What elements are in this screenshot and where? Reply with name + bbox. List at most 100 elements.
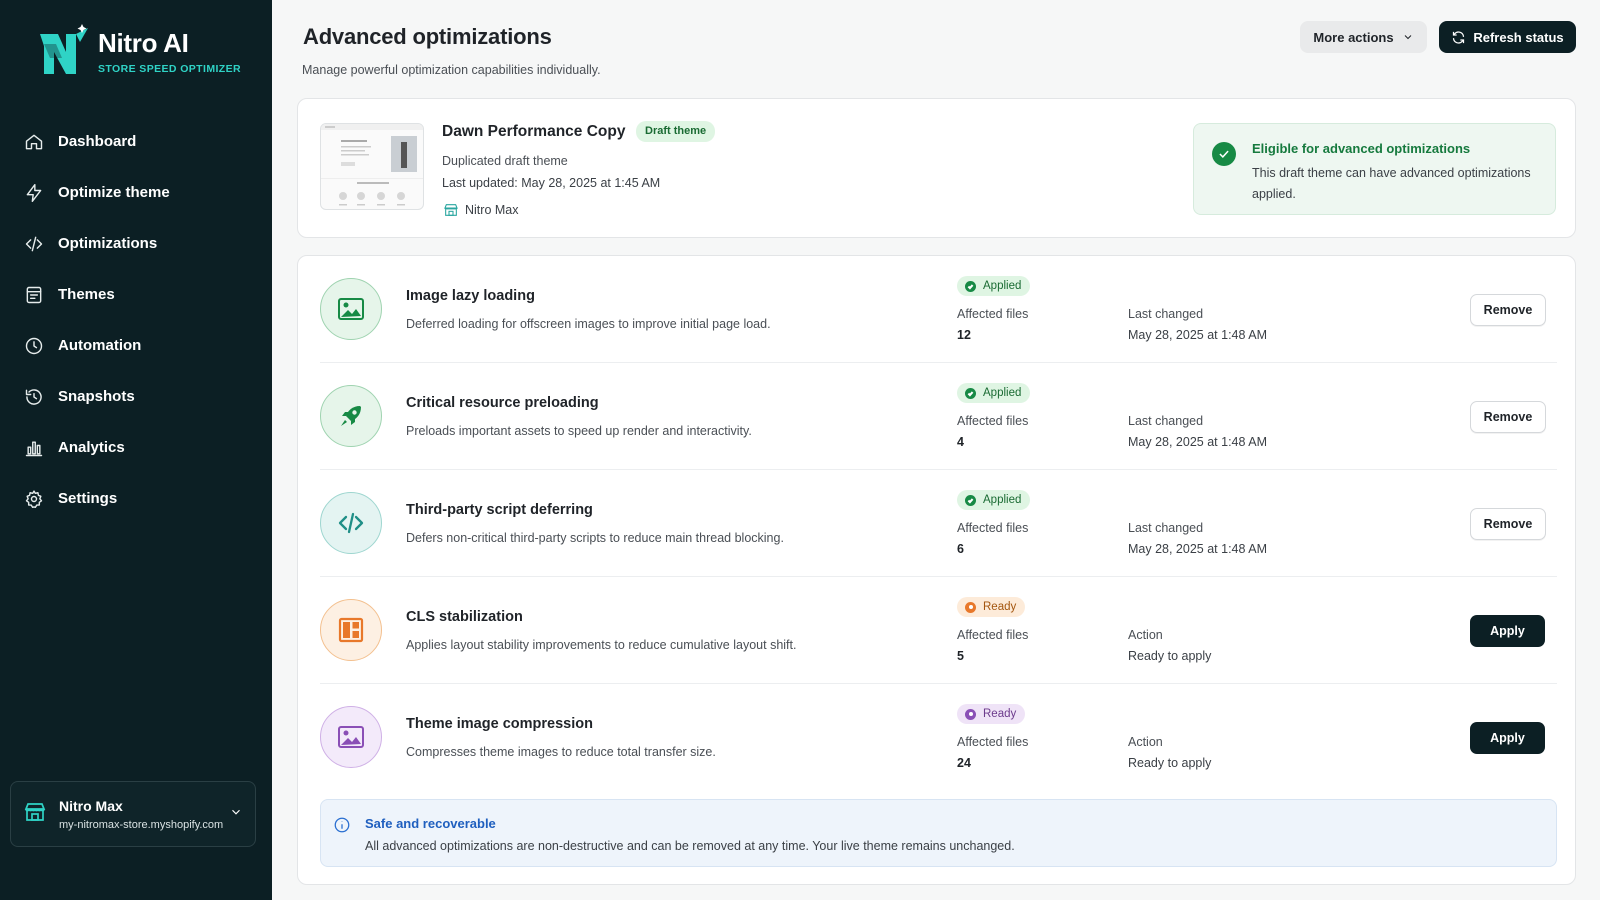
app-tagline: STORE SPEED OPTIMIZER xyxy=(98,62,241,75)
last-changed-label: Last changed xyxy=(1128,414,1204,428)
chevron-down-icon xyxy=(229,805,243,824)
optimization-title: Image lazy loading xyxy=(406,288,535,304)
status-badge: Applied xyxy=(957,276,1031,296)
affected-files-label: Affected files xyxy=(957,628,1029,642)
optimization-title: Third-party script deferring xyxy=(406,502,593,518)
affected-files-count: 5 xyxy=(957,649,964,663)
sidebar-item-label: Automation xyxy=(58,337,142,354)
last-changed-label: Last changed xyxy=(1128,307,1204,321)
refresh-icon xyxy=(1453,30,1465,44)
app-logo[interactable]: Nitro AI STORE SPEED OPTIMIZER xyxy=(36,22,241,80)
check-icon xyxy=(965,494,976,506)
remove-button[interactable]: Remove xyxy=(1470,294,1546,326)
sidebar-item-label: Themes xyxy=(58,286,115,303)
status-badge: Ready xyxy=(957,704,1026,724)
info-icon xyxy=(333,816,351,834)
home-icon xyxy=(24,132,44,152)
affected-files-label: Affected files xyxy=(957,735,1029,749)
sidebar-item-snapshots[interactable]: Snapshots xyxy=(0,371,272,422)
sidebar-item-analytics[interactable]: Analytics xyxy=(0,422,272,473)
sidebar-item-optimize-theme[interactable]: Optimize theme xyxy=(0,167,272,218)
optimizations-list: Image lazy loading Deferred loading for … xyxy=(297,255,1576,885)
clock-icon xyxy=(24,336,44,356)
sidebar-item-optimizations[interactable]: Optimizations xyxy=(0,218,272,269)
action-label: Action xyxy=(1128,735,1163,749)
theme-store-name: Nitro Max xyxy=(465,203,519,217)
check-icon xyxy=(965,387,976,399)
apply-button[interactable]: Apply xyxy=(1470,722,1545,754)
last-changed-value: May 28, 2025 at 1:48 AM xyxy=(1128,328,1267,342)
theme-store: Nitro Max xyxy=(443,202,518,218)
eligibility-description: This draft theme can have advanced optim… xyxy=(1252,166,1531,201)
sidebar-item-label: Settings xyxy=(58,490,118,507)
affected-files-label: Affected files xyxy=(957,414,1029,428)
status-badge: Applied xyxy=(957,383,1031,403)
app-name: Nitro AI xyxy=(98,27,189,58)
status-label: Ready xyxy=(983,601,1017,613)
optimization-row-theme-image-compression: Theme image compression Compresses theme… xyxy=(320,684,1557,791)
image-icon xyxy=(320,278,382,340)
theme-thumbnail[interactable] xyxy=(320,123,424,210)
apply-button[interactable]: Apply xyxy=(1470,615,1545,647)
more-actions-button[interactable]: More actions xyxy=(1300,21,1427,53)
sidebar-item-settings[interactable]: Settings xyxy=(0,473,272,524)
last-changed-label: Last changed xyxy=(1128,521,1204,535)
affected-files-count: 12 xyxy=(957,328,971,342)
store-icon xyxy=(23,800,47,829)
remove-button[interactable]: Remove xyxy=(1470,508,1546,540)
optimization-description: Deferred loading for offscreen images to… xyxy=(406,317,771,331)
optimization-title: Critical resource preloading xyxy=(406,395,599,411)
check-circle-icon xyxy=(1212,142,1236,166)
status-badge: Applied xyxy=(957,490,1031,510)
optimization-description: Preloads important assets to speed up re… xyxy=(406,424,752,438)
sidebar: Nitro AI STORE SPEED OPTIMIZER Dashboard… xyxy=(0,0,272,900)
theme-last-updated: Last updated: May 28, 2025 at 1:45 AM xyxy=(442,176,661,190)
optimization-description: Applies layout stability improvements to… xyxy=(406,638,797,652)
theme-icon xyxy=(24,285,44,305)
optimization-row-cls-stabilization: CLS stabilization Applies layout stabili… xyxy=(320,577,1557,684)
last-changed-value: May 28, 2025 at 1:48 AM xyxy=(1128,542,1267,556)
affected-files-label: Affected files xyxy=(957,521,1029,535)
history-icon xyxy=(24,387,44,407)
notice-description: All advanced optimizations are non-destr… xyxy=(365,839,1015,853)
rocket-icon xyxy=(320,385,382,447)
action-value: Ready to apply xyxy=(1128,649,1212,663)
notice-title: Safe and recoverable xyxy=(365,816,496,831)
theme-name: Dawn Performance Copy xyxy=(442,123,626,140)
sidebar-item-automation[interactable]: Automation xyxy=(0,320,272,371)
remove-button[interactable]: Remove xyxy=(1470,401,1546,433)
check-icon xyxy=(965,280,976,292)
sidebar-item-themes[interactable]: Themes xyxy=(0,269,272,320)
eligibility-title: Eligible for advanced optimizations xyxy=(1252,141,1471,156)
affected-files-count: 6 xyxy=(957,542,964,556)
sidebar-nav: Dashboard Optimize theme Optimizations T… xyxy=(0,116,272,524)
bar-chart-icon xyxy=(24,438,44,458)
optimization-row-third-party-script-deferring: Third-party script deferring Defers non-… xyxy=(320,470,1557,577)
page-subtitle: Manage powerful optimization capabilitie… xyxy=(302,63,601,77)
sidebar-item-dashboard[interactable]: Dashboard xyxy=(0,116,272,167)
optimization-row-critical-resource-preloading: Critical resource preloading Preloads im… xyxy=(320,363,1557,470)
layout-icon xyxy=(320,599,382,661)
page-title: Advanced optimizations xyxy=(303,24,552,49)
theme-description: Duplicated draft theme xyxy=(442,154,568,168)
code-icon xyxy=(320,492,382,554)
sidebar-item-label: Optimizations xyxy=(58,235,158,252)
store-switcher[interactable]: Nitro Max my-nitromax-store.myshopify.co… xyxy=(10,781,256,847)
status-label: Ready xyxy=(983,708,1017,720)
draft-theme-badge: Draft theme xyxy=(636,121,716,142)
sidebar-item-label: Dashboard xyxy=(58,133,137,150)
action-label: Action xyxy=(1128,628,1163,642)
optimization-title: CLS stabilization xyxy=(406,609,523,625)
store-name: Nitro Max xyxy=(59,797,123,814)
status-badge: Ready xyxy=(957,597,1026,617)
refresh-status-button[interactable]: Refresh status xyxy=(1439,21,1576,53)
optimization-title: Theme image compression xyxy=(406,716,593,732)
image-icon xyxy=(320,706,382,768)
more-actions-label: More actions xyxy=(1313,29,1394,45)
sidebar-item-label: Analytics xyxy=(58,439,125,456)
code-icon xyxy=(24,234,44,254)
optimization-description: Compresses theme images to reduce total … xyxy=(406,745,716,759)
status-label: Applied xyxy=(983,387,1022,399)
nitro-logo-icon xyxy=(40,24,88,74)
affected-files-count: 4 xyxy=(957,435,964,449)
